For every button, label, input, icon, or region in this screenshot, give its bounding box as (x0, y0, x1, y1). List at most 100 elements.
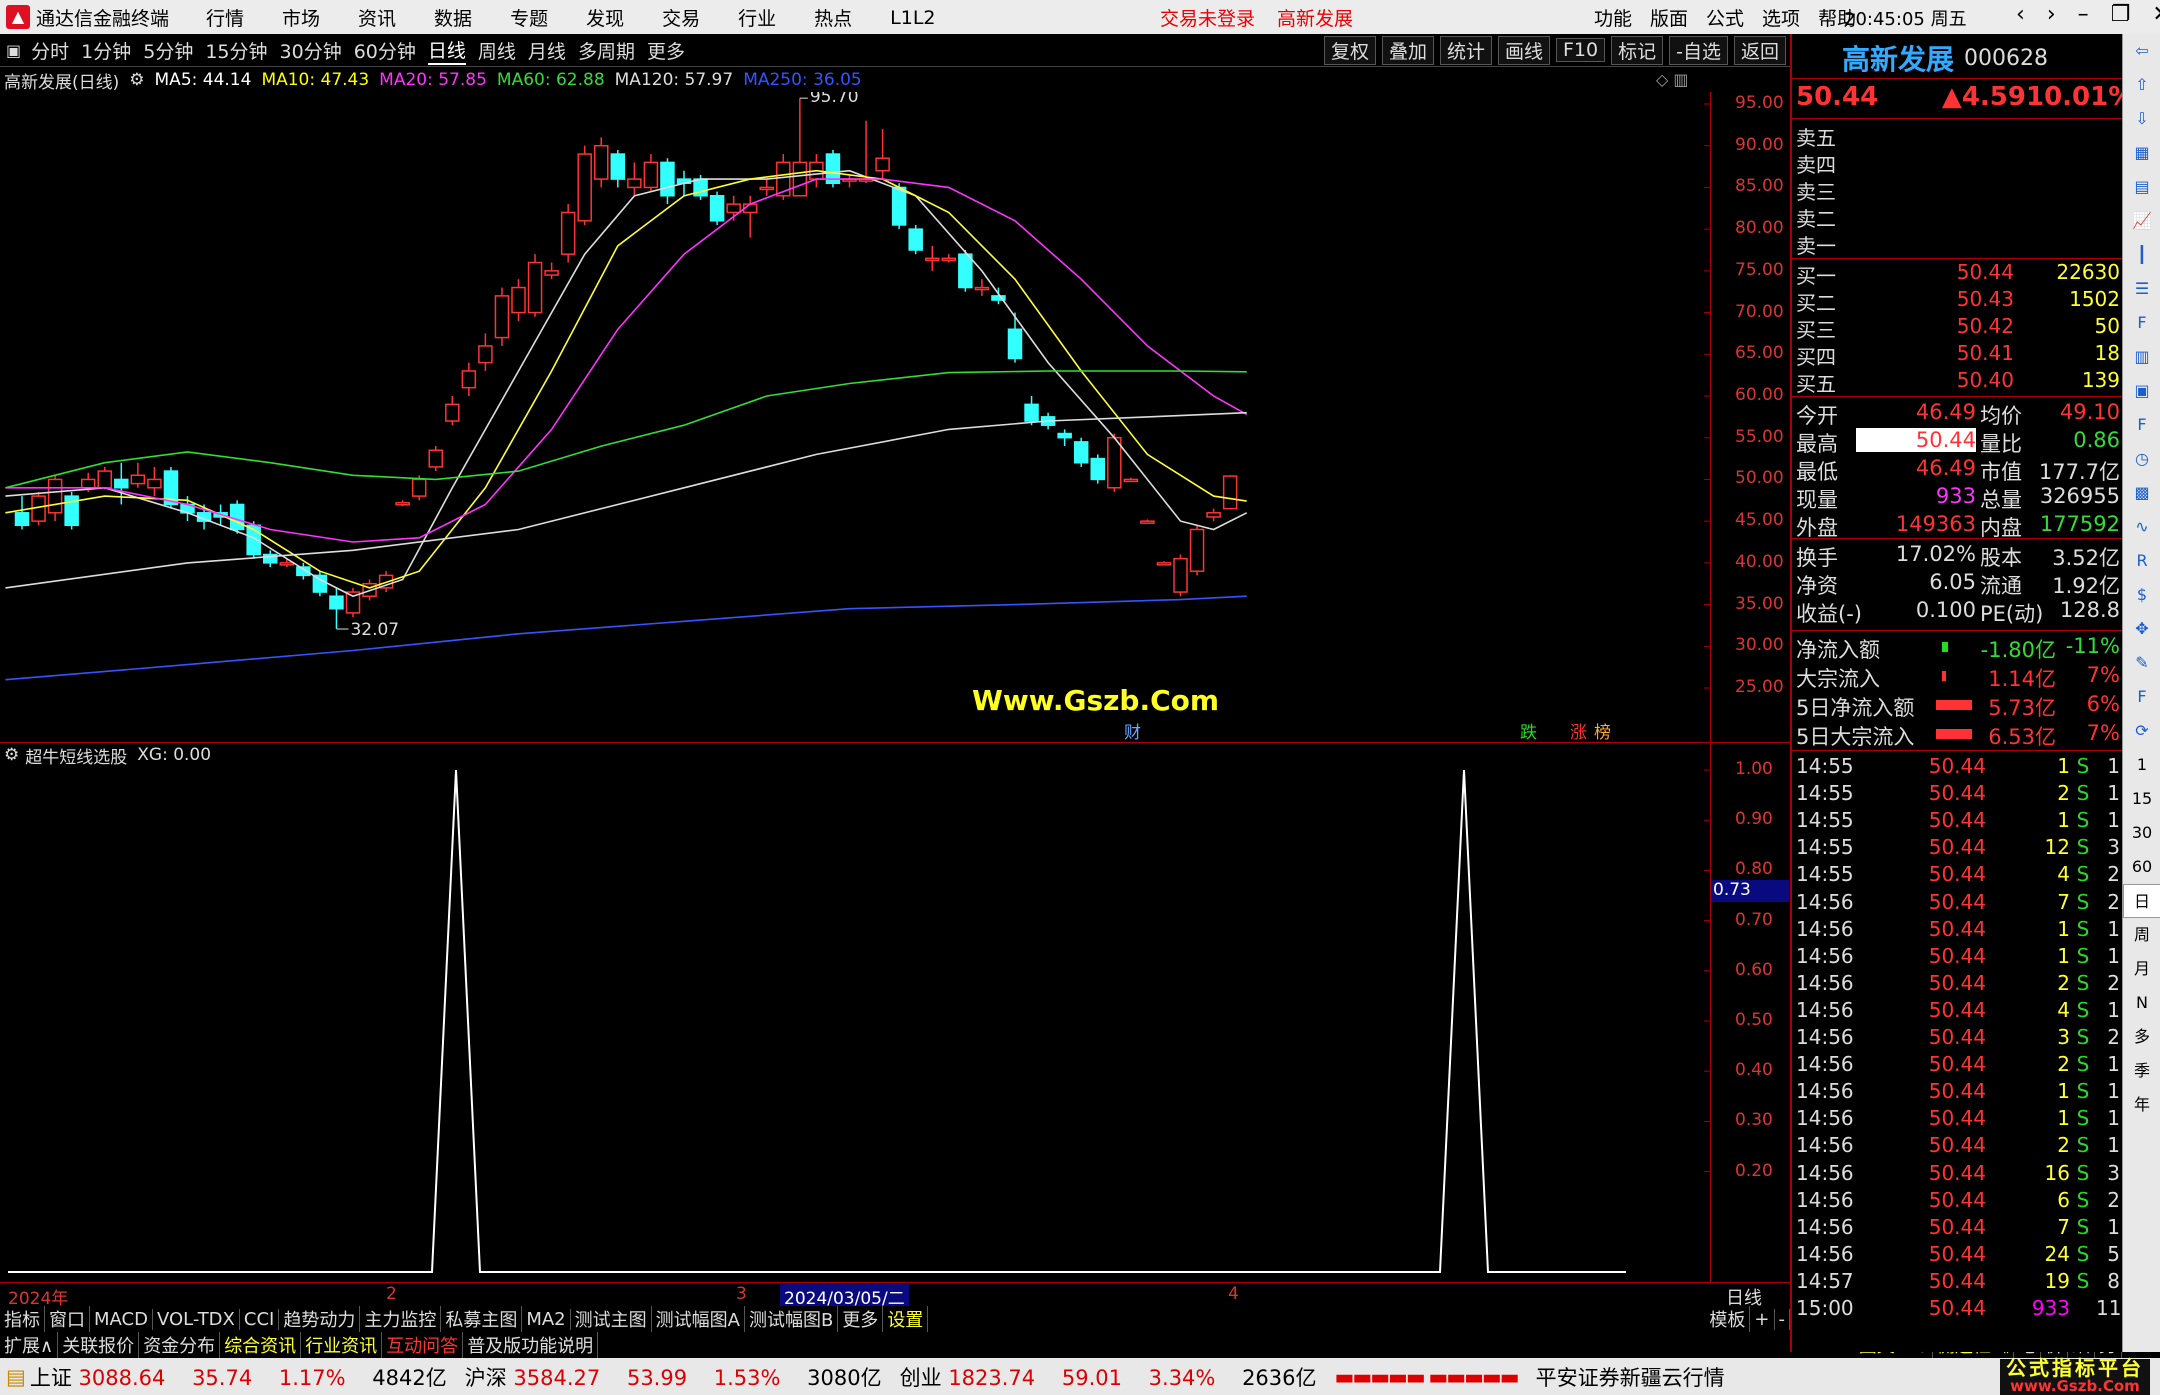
tab-zonghezixun[interactable]: 综合资讯 (220, 1332, 302, 1358)
up-icon[interactable]: ⇧ (2123, 68, 2160, 102)
period-weekly[interactable]: 周线 (478, 37, 516, 64)
period-60[interactable]: 60 (2123, 850, 2160, 884)
tab-zijinfenbu[interactable]: 资金分布 (139, 1332, 221, 1358)
trend-icon[interactable]: 📈 (2123, 204, 2160, 238)
move-icon[interactable]: ✥ (2123, 612, 2160, 646)
bid-2[interactable]: 买二 50.43 1502 (1796, 287, 2122, 315)
tab-ceshizhutu[interactable]: 测试主图 (571, 1306, 652, 1332)
ask-2[interactable]: 卖二 (1796, 203, 2122, 231)
ask-4[interactable]: 卖四 (1796, 149, 2122, 177)
f12-icon[interactable]: F (2123, 408, 2160, 442)
tab-ma2[interactable]: MA2 (522, 1308, 571, 1330)
period-30[interactable]: 30 (2123, 816, 2160, 850)
stats-button[interactable]: 统计 (1439, 35, 1492, 65)
list-icon[interactable]: ☰ (2123, 272, 2160, 306)
candlestick-chart[interactable]: 95.70 32.07 (0, 92, 1710, 742)
period-week[interactable]: 周 (2123, 918, 2160, 952)
template-button[interactable]: 模板 (1705, 1306, 1751, 1332)
tab-ceshifutu-a[interactable]: 测试幅图A (652, 1306, 745, 1332)
f10-icon[interactable]: F (2123, 306, 2160, 340)
period-more[interactable]: 更多 (647, 37, 685, 64)
period-15min[interactable]: 15分钟 (205, 37, 267, 64)
menu-item-xuanxiang[interactable]: 选项 (1762, 4, 1800, 31)
restore-icon[interactable]: ❐ (2111, 2, 2131, 27)
tab-hudongwenda[interactable]: 互动问答 (382, 1332, 464, 1358)
period-5min[interactable]: 5分钟 (143, 37, 193, 64)
period-fenshi[interactable]: 分时 (31, 37, 69, 64)
menu-item-shichang[interactable]: 市场 (282, 4, 320, 31)
period-multi[interactable]: 多周期 (578, 37, 635, 64)
login-status[interactable]: 交易未登录 (1160, 4, 1255, 31)
period-year[interactable]: 年 (2123, 1088, 2160, 1122)
tab-ceshifutu-b[interactable]: 测试幅图B (745, 1306, 839, 1332)
index-hs[interactable]: 沪深 3584.27 53.99 1.53% 3080亿 (465, 1362, 882, 1392)
chart-icon[interactable]: ▥ (2123, 340, 2160, 374)
close-icon[interactable]: ✕ (2152, 2, 2160, 27)
refresh-icon[interactable]: ⟳ (2123, 714, 2160, 748)
fuquan-button[interactable]: 复权 (1323, 35, 1376, 65)
menu-item-jiaoyi[interactable]: 交易 (662, 4, 700, 31)
forward-icon[interactable]: › (2047, 2, 2056, 27)
doc-icon[interactable]: ▣ (2123, 374, 2160, 408)
rsi-icon[interactable]: R (2123, 544, 2160, 578)
menu-item-hangqing[interactable]: 行情 (206, 4, 244, 31)
period-15[interactable]: 15 (2123, 782, 2160, 816)
tab-simuzhutu[interactable]: 私募主图 (441, 1306, 523, 1332)
menu-item-gongneng[interactable]: 功能 (1594, 4, 1632, 31)
period-daily[interactable]: 日线 (427, 36, 466, 65)
period-1[interactable]: 1 (2123, 748, 2160, 782)
filter-icon[interactable]: ▩ (2123, 476, 2160, 510)
panel-toggle-icon[interactable]: ▣ (6, 41, 21, 60)
expand-icon[interactable]: ⇦ (2123, 34, 2160, 68)
menu-item-hangye[interactable]: 行业 (738, 4, 776, 31)
marker-die[interactable]: 跌 (1520, 718, 1537, 743)
minimize-icon[interactable]: – (2078, 2, 2089, 27)
bid-4[interactable]: 买四 50.41 18 (1796, 341, 2122, 369)
tab-guanlianbaojia[interactable]: 关联报价 (58, 1332, 140, 1358)
grid-icon[interactable]: ▤ (2123, 170, 2160, 204)
menu-item-zixun[interactable]: 资讯 (358, 4, 396, 31)
period-1min[interactable]: 1分钟 (81, 37, 131, 64)
return-button[interactable]: 返回 (1733, 35, 1786, 65)
menu-item-faxian[interactable]: 发现 (586, 4, 624, 31)
ticker-menu-icon[interactable]: ▤ (6, 1365, 26, 1389)
f10-button[interactable]: F10 (1556, 38, 1606, 62)
marker-cai[interactable]: 财 (1124, 718, 1141, 743)
ask-5[interactable]: 卖五 (1796, 122, 2122, 150)
tab-qushidongli[interactable]: 趋势动力 (279, 1306, 361, 1332)
tab-settings[interactable]: 设置 (883, 1306, 929, 1332)
index-sh[interactable]: 上证 3088.64 35.74 1.17% 4842亿 (30, 1362, 447, 1392)
period-n[interactable]: N (2123, 986, 2160, 1020)
money-icon[interactable]: $ (2123, 578, 2160, 612)
add-pane-button[interactable]: + (1750, 1308, 1775, 1330)
menu-item-redian[interactable]: 热点 (814, 4, 852, 31)
menu-item-gongshi[interactable]: 公式 (1706, 4, 1744, 31)
remove-pane-button[interactable]: - (1775, 1308, 1790, 1330)
bid-5[interactable]: 买五 50.40 139 (1796, 368, 2122, 396)
tab-hangyezixun[interactable]: 行业资讯 (301, 1332, 383, 1358)
marker-zhang[interactable]: 涨 (1570, 718, 1587, 743)
tab-gongnengshuoming[interactable]: 普及版功能说明 (463, 1332, 599, 1358)
tab-chuangkou[interactable]: 窗口 (45, 1306, 90, 1332)
fs-icon[interactable]: F (2123, 680, 2160, 714)
tab-macd[interactable]: MACD (90, 1308, 153, 1330)
period-multi-icon[interactable]: 多 (2123, 1020, 2160, 1054)
kline-icon[interactable]: ▦ (2123, 136, 2160, 170)
tab-zhulijiankong[interactable]: 主力监控 (360, 1306, 442, 1332)
period-30min[interactable]: 30分钟 (280, 37, 342, 64)
chart-options-icon[interactable]: ◇ ▥ (1656, 70, 1689, 89)
bid-1[interactable]: 买一 50.44 22630 (1796, 260, 2122, 288)
marker-bang[interactable]: 榜 (1594, 718, 1611, 743)
period-quarter[interactable]: 季 (2123, 1054, 2160, 1088)
draw-button[interactable]: 画线 (1497, 35, 1550, 65)
wave-icon[interactable]: ∿ (2123, 510, 2160, 544)
pen-icon[interactable]: ✎ (2123, 646, 2160, 680)
menu-item-banmian[interactable]: 版面 (1650, 4, 1688, 31)
mark-button[interactable]: 标记 (1611, 35, 1664, 65)
period-60min[interactable]: 60分钟 (354, 37, 416, 64)
bid-3[interactable]: 买三 50.42 50 (1796, 314, 2122, 342)
back-icon[interactable]: ‹ (2016, 2, 2025, 27)
period-day[interactable]: 日 (2123, 884, 2160, 918)
ask-3[interactable]: 卖三 (1796, 176, 2122, 204)
tab-more[interactable]: 更多 (838, 1306, 884, 1332)
